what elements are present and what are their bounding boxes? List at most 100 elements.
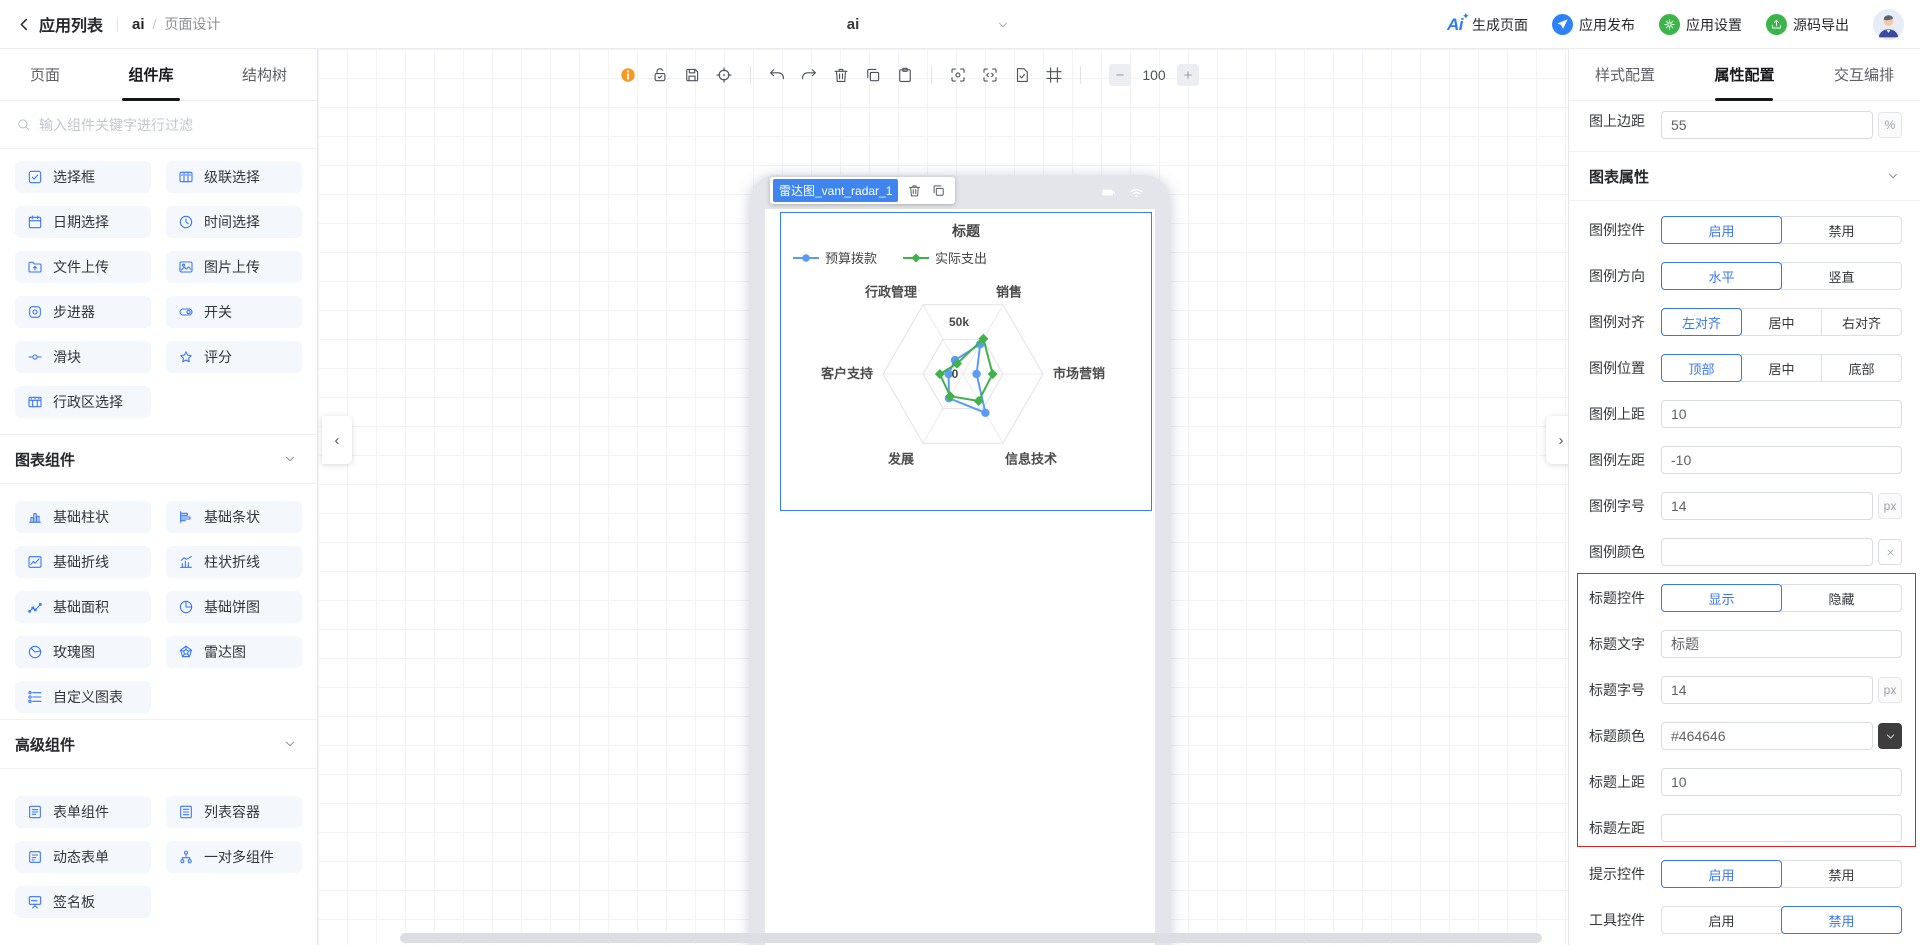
scan-code-button[interactable]: [978, 63, 1002, 87]
breadcrumb-app[interactable]: ai: [132, 16, 145, 33]
component-item-image-upload[interactable]: 图片上传: [166, 251, 302, 283]
trash-button[interactable]: [829, 63, 853, 87]
component-item-bar-line[interactable]: 柱状折线: [166, 546, 302, 578]
frame-button[interactable]: [1042, 63, 1066, 87]
option-legend-control-0[interactable]: 启用: [1661, 216, 1782, 244]
component-item-basic-bar[interactable]: 基础柱状: [15, 501, 151, 533]
component-item-cascade-select[interactable]: 级联选择: [166, 161, 302, 193]
target-button[interactable]: [712, 63, 736, 87]
radar-chart-component[interactable]: 标题 预算拨款 实际支出 销售 市场营销 信息技术 发展 客户支持 行政管理 50k 0: [780, 212, 1152, 511]
page-select-dropdown[interactable]: ai: [710, 0, 1010, 49]
option-title-control-1[interactable]: 隐藏: [1781, 584, 1902, 612]
sidebar-tab-structure[interactable]: 结构树: [242, 49, 287, 101]
input-legend-font-size[interactable]: [1661, 492, 1873, 520]
section-title: 图表组件: [15, 451, 76, 469]
user-avatar[interactable]: [1873, 9, 1904, 40]
component-item-switch[interactable]: 开关: [166, 296, 302, 328]
properties-tab-interaction-config[interactable]: 交互编排: [1834, 49, 1894, 101]
design-canvas[interactable]: −100 + ‹ › 雷达图_vant_radar_1 标题 预算拨款 实际支出 销…: [318, 49, 1568, 945]
option-legend-position-0[interactable]: 顶部: [1661, 354, 1742, 382]
doc-check-button[interactable]: [1010, 63, 1034, 87]
undo-button[interactable]: [765, 63, 789, 87]
legend-item[interactable]: 预算拨款: [793, 248, 877, 267]
input-title-font-size[interactable]: [1661, 676, 1873, 704]
component-item-basic-pie[interactable]: 基础饼图: [166, 591, 302, 623]
component-item-basic-area[interactable]: 基础面积: [15, 591, 151, 623]
generate-page-button[interactable]: Ai ✦ 生成页面: [1447, 11, 1528, 35]
component-item-dynamic-form[interactable]: 动态表单: [15, 841, 151, 873]
section-advanced-components[interactable]: 高级组件: [0, 719, 317, 769]
clear-color-button[interactable]: [1878, 539, 1902, 565]
app-publish-button[interactable]: 应用发布: [1552, 14, 1635, 35]
chevron-down-icon[interactable]: [283, 452, 297, 466]
component-item-basic-hbar[interactable]: 基础条状: [166, 501, 302, 533]
component-item-rate[interactable]: 评分: [166, 341, 302, 373]
zoom-in-button[interactable]: +: [1177, 64, 1199, 86]
info-button[interactable]: [616, 63, 640, 87]
unlock-button[interactable]: [648, 63, 672, 87]
redo-button[interactable]: [797, 63, 821, 87]
option-tooltip-control-0[interactable]: 启用: [1661, 860, 1782, 888]
option-legend-align-0[interactable]: 左对齐: [1661, 308, 1742, 336]
input-legend-left[interactable]: [1661, 446, 1902, 474]
component-item-list-container[interactable]: 列表容器: [166, 796, 302, 828]
chevron-down-icon[interactable]: [283, 737, 297, 751]
section-chart-props[interactable]: 图表属性: [1569, 151, 1920, 201]
sidebar-tab-pages[interactable]: 页面: [30, 49, 60, 101]
component-item-custom-chart[interactable]: 自定义图表: [15, 681, 151, 713]
chevron-down-icon[interactable]: [1886, 169, 1900, 183]
delete-component-icon[interactable]: [907, 183, 922, 198]
component-item-one-to-many[interactable]: 一对多组件: [166, 841, 302, 873]
scan-preview-button[interactable]: [946, 63, 970, 87]
option-legend-align-2[interactable]: 右对齐: [1821, 308, 1902, 336]
paste-button[interactable]: [893, 63, 917, 87]
component-item-stepper[interactable]: 步进器: [15, 296, 151, 328]
component-item-file-upload[interactable]: 文件上传: [15, 251, 151, 283]
component-item-slider[interactable]: 滑块: [15, 341, 151, 373]
color-dropdown-button[interactable]: [1878, 723, 1902, 749]
component-item-date-picker[interactable]: 日期选择: [15, 206, 151, 238]
legend-item[interactable]: 实际支出: [903, 248, 987, 267]
component-item-checkbox-select[interactable]: 选择框: [15, 161, 151, 193]
sidebar-tab-components[interactable]: 组件库: [128, 49, 173, 101]
component-item-region-select[interactable]: 行政区选择: [15, 386, 151, 418]
option-toolbox-control-0[interactable]: 启用: [1661, 906, 1782, 934]
source-export-button[interactable]: 源码导出: [1766, 14, 1849, 35]
collapse-left-panel-button[interactable]: ‹: [322, 416, 352, 464]
option-legend-direction-1[interactable]: 竖直: [1781, 262, 1902, 290]
input-title-text[interactable]: [1661, 630, 1902, 658]
option-legend-control-1[interactable]: 禁用: [1781, 216, 1902, 244]
component-item-rose-chart[interactable]: 玫瑰图: [15, 636, 151, 668]
option-tooltip-control-1[interactable]: 禁用: [1781, 860, 1902, 888]
input-legend-top[interactable]: [1661, 400, 1902, 428]
component-item-signature-board[interactable]: 签名板: [15, 886, 151, 918]
horizontal-scrollbar[interactable]: [400, 933, 1542, 943]
properties-tab-props-config[interactable]: 属性配置: [1714, 49, 1774, 101]
option-toolbox-control-1[interactable]: 禁用: [1781, 906, 1902, 934]
input-legend-color[interactable]: [1661, 538, 1873, 566]
collapse-right-panel-button[interactable]: ›: [1546, 416, 1568, 464]
option-title-control-0[interactable]: 显示: [1661, 584, 1782, 612]
section-chart-components[interactable]: 图表组件: [0, 434, 317, 484]
input-title-color[interactable]: [1661, 722, 1873, 750]
component-item-basic-line[interactable]: 基础折线: [15, 546, 151, 578]
copy-component-icon[interactable]: [931, 183, 946, 198]
zoom-out-button[interactable]: −: [1109, 64, 1131, 86]
back-button[interactable]: 应用列表: [39, 12, 103, 36]
search-input[interactable]: [39, 116, 301, 133]
component-item-time-picker[interactable]: 时间选择: [166, 206, 302, 238]
option-legend-position-1[interactable]: 居中: [1741, 354, 1822, 382]
input-title-left[interactable]: [1661, 814, 1902, 842]
back-chevron-icon[interactable]: [16, 16, 33, 33]
input-chart-top-margin[interactable]: [1661, 111, 1873, 139]
app-settings-button[interactable]: 应用设置: [1659, 14, 1742, 35]
input-title-top[interactable]: [1661, 768, 1902, 796]
save-button[interactable]: [680, 63, 704, 87]
option-legend-position-2[interactable]: 底部: [1821, 354, 1902, 382]
component-item-radar-chart[interactable]: 雷达图: [166, 636, 302, 668]
option-legend-direction-0[interactable]: 水平: [1661, 262, 1782, 290]
component-item-form-component[interactable]: 表单组件: [15, 796, 151, 828]
copy-button[interactable]: [861, 63, 885, 87]
option-legend-align-1[interactable]: 居中: [1741, 308, 1822, 336]
properties-tab-style-config[interactable]: 样式配置: [1595, 49, 1655, 101]
